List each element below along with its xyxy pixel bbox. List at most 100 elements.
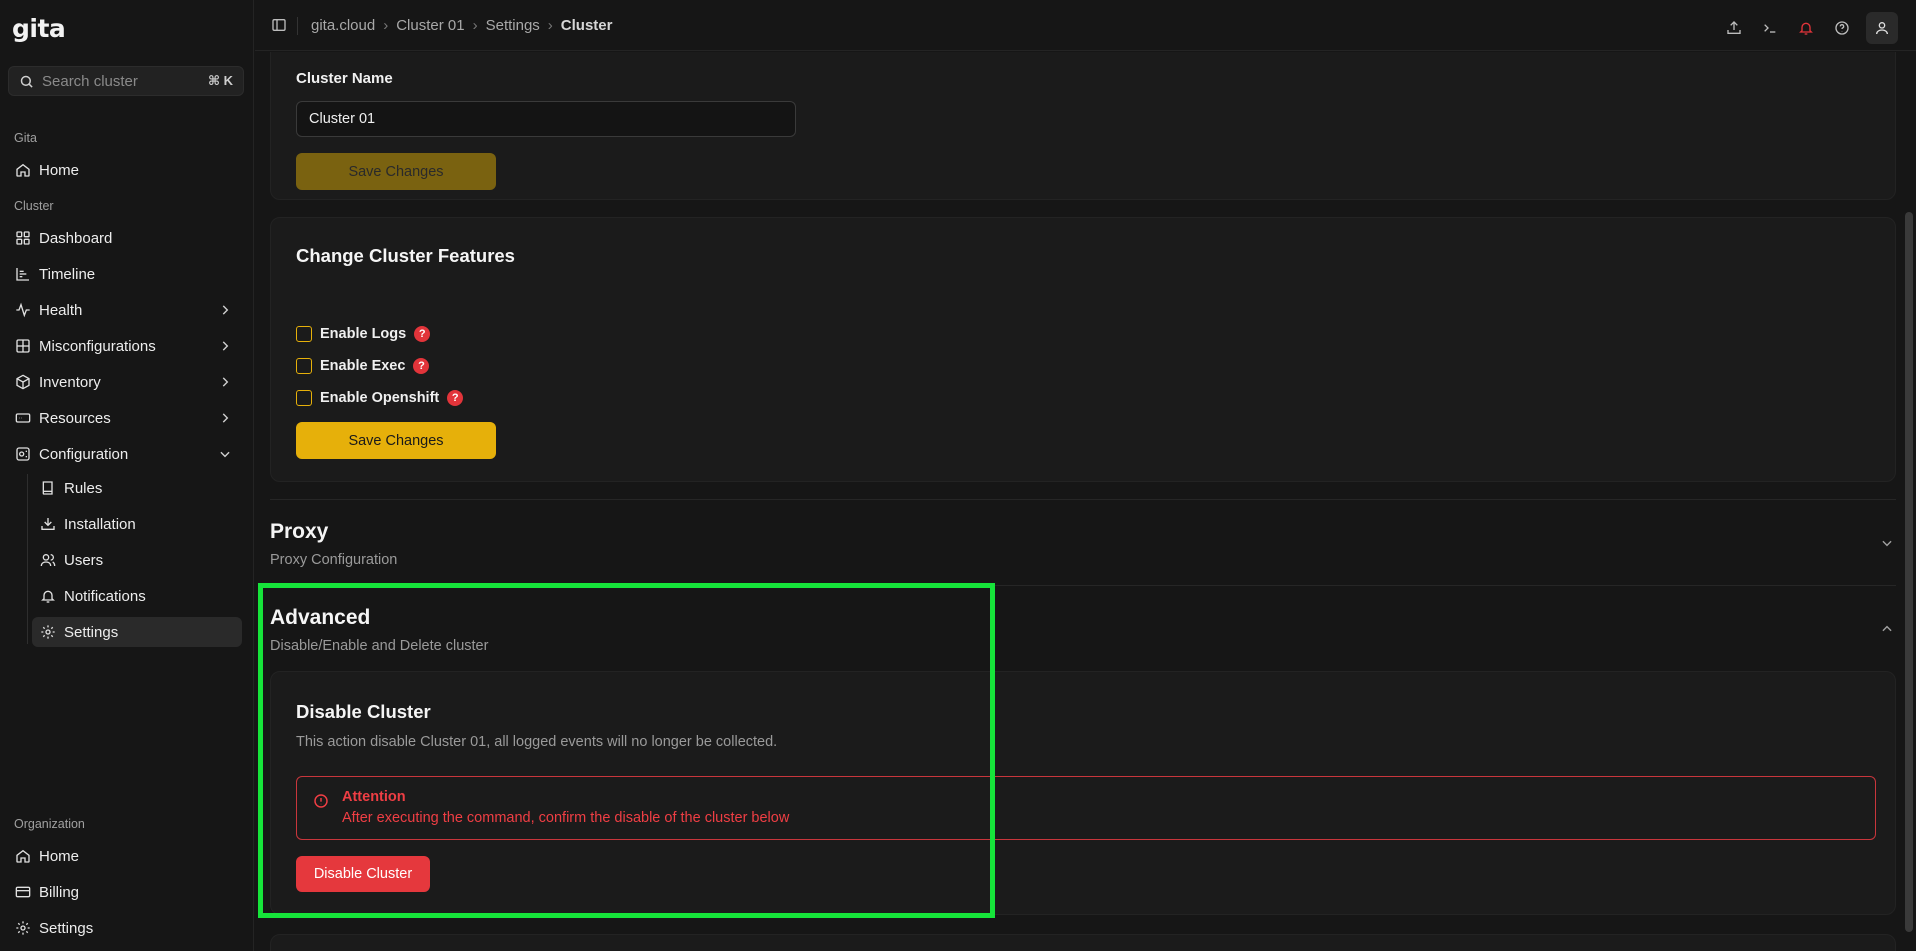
- sidebar-item-label: Home: [39, 161, 80, 179]
- app-logo[interactable]: gita: [12, 14, 66, 43]
- feature-label: Enable Openshift: [320, 390, 440, 406]
- inventory-icon: [15, 374, 31, 390]
- sidebar-item-users[interactable]: Users: [32, 545, 242, 575]
- disable-cluster-card: Disable Cluster This action disable Clus…: [270, 671, 1896, 915]
- proxy-title: Proxy: [270, 520, 329, 543]
- sidebar-item-label: Timeline: [39, 265, 96, 283]
- alert-circle-icon: [314, 794, 328, 808]
- sidebar-item-notifications[interactable]: Notifications: [32, 581, 242, 611]
- attention-alert: Attention After executing the command, c…: [296, 776, 1876, 840]
- search-shortcut: ⌘ K: [207, 73, 233, 88]
- topbar-actions: [1722, 12, 1898, 44]
- help-icon[interactable]: [1830, 14, 1854, 42]
- sidebar-item-label: Configuration: [39, 445, 129, 463]
- chevron-down-icon: [220, 451, 230, 458]
- help-icon[interactable]: ?: [413, 358, 430, 374]
- resources-icon: [15, 410, 31, 426]
- feature-row-logs: Enable Logs ?: [296, 326, 431, 342]
- sidebar-item-misconfigurations[interactable]: Misconfigurations: [8, 331, 244, 361]
- book-icon: [40, 480, 56, 496]
- main-content: Cluster Name Cluster 01 Save Changes Cha…: [255, 52, 1916, 951]
- sidebar-item-org-home[interactable]: Home: [8, 841, 244, 871]
- dashboard-icon: [15, 230, 31, 246]
- home-icon: [15, 848, 31, 864]
- breadcrumb-item[interactable]: gita.cloud: [311, 17, 375, 34]
- upload-icon[interactable]: [1722, 14, 1746, 42]
- bell-icon: [40, 588, 56, 604]
- sidebar-item-label: Resources: [39, 409, 111, 427]
- sidebar-item-dashboard[interactable]: Dashboard: [8, 223, 244, 253]
- sidebar-item-health[interactable]: Health: [8, 295, 244, 325]
- alert-title: Attention: [342, 789, 406, 805]
- section-label-organization: Organization: [14, 817, 85, 831]
- chevron-right-icon: [222, 341, 229, 351]
- search-icon: [20, 75, 33, 88]
- disable-cluster-title: Disable Cluster: [296, 701, 431, 722]
- sidebar-item-billing[interactable]: Billing: [8, 877, 244, 907]
- delete-cluster-card: [270, 934, 1896, 951]
- terminal-icon[interactable]: [1758, 14, 1782, 42]
- home-icon: [15, 162, 31, 178]
- breadcrumb: gita.cloud › Cluster 01 › Settings › Clu…: [311, 17, 612, 34]
- sidebar-item-settings[interactable]: Settings: [32, 617, 242, 647]
- sidebar-item-label: Settings: [64, 623, 119, 641]
- sidebar-item-label: Misconfigurations: [39, 337, 156, 355]
- search-input[interactable]: Search cluster ⌘ K: [8, 66, 244, 96]
- feature-label: Enable Logs: [320, 326, 407, 342]
- breadcrumb-item[interactable]: Cluster 01: [396, 17, 464, 34]
- help-icon[interactable]: ?: [414, 326, 431, 342]
- advanced-accordion-header[interactable]: Advanced Disable/Enable and Delete clust…: [270, 586, 1896, 670]
- enable-logs-checkbox[interactable]: [296, 326, 312, 342]
- sidebar-item-label: Home: [39, 847, 80, 865]
- sidebar-item-timeline[interactable]: Timeline: [8, 259, 244, 289]
- sidebar-item-inventory[interactable]: Inventory: [8, 367, 244, 397]
- sidebar-item-home[interactable]: Home: [8, 155, 244, 185]
- breadcrumb-current: Cluster: [560, 17, 613, 34]
- enable-exec-checkbox[interactable]: [296, 358, 312, 374]
- proxy-accordion-header[interactable]: Proxy Proxy Configuration: [270, 500, 1896, 584]
- save-features-button[interactable]: Save Changes: [296, 422, 496, 459]
- user-avatar-button[interactable]: [1866, 12, 1898, 44]
- sidebar-item-label: Dashboard: [39, 229, 113, 247]
- breadcrumb-item[interactable]: Settings: [486, 17, 540, 34]
- search-placeholder: Search cluster: [42, 72, 138, 90]
- cluster-name-input[interactable]: Cluster 01: [296, 101, 796, 137]
- sidebar-item-label: Settings: [39, 919, 94, 937]
- sidebar-item-label: Billing: [39, 883, 80, 901]
- sidebar-item-label: Installation: [64, 515, 136, 533]
- health-icon: [15, 302, 31, 318]
- sidebar-item-installation[interactable]: Installation: [32, 509, 242, 539]
- save-cluster-name-button[interactable]: Save Changes: [296, 153, 496, 190]
- user-icon: [1876, 22, 1888, 35]
- scrollbar-thumb[interactable]: [1905, 212, 1913, 932]
- chevron-right-icon: [222, 377, 229, 387]
- sidebar-item-rules[interactable]: Rules: [32, 473, 242, 503]
- timeline-icon: [15, 266, 31, 282]
- notification-bell-icon[interactable]: [1794, 14, 1818, 42]
- topbar: gita.cloud › Cluster 01 › Settings › Clu…: [255, 0, 1916, 51]
- help-icon[interactable]: ?: [447, 390, 464, 406]
- configuration-icon: [15, 446, 31, 462]
- features-card-title: Change Cluster Features: [296, 245, 515, 266]
- sidebar-item-configuration[interactable]: Configuration: [8, 439, 244, 469]
- alert-text: After executing the command, confirm the…: [342, 810, 790, 826]
- scrollbar[interactable]: [1902, 52, 1916, 951]
- sidebar-item-resources[interactable]: Resources: [8, 403, 244, 433]
- users-icon: [40, 552, 56, 568]
- enable-openshift-checkbox[interactable]: [296, 390, 312, 406]
- advanced-title: Advanced: [270, 606, 371, 629]
- gear-icon: [15, 920, 31, 936]
- sidebar-item-label: Health: [39, 301, 83, 319]
- disable-cluster-description: This action disable Cluster 01, all logg…: [296, 734, 778, 750]
- feature-row-openshift: Enable Openshift ?: [296, 390, 464, 406]
- topbar-divider: [297, 17, 298, 35]
- sidebar-item-label: Inventory: [39, 373, 101, 391]
- disable-cluster-button[interactable]: Disable Cluster: [296, 856, 430, 892]
- chevron-right-icon: [222, 413, 229, 423]
- billing-icon: [15, 884, 31, 900]
- section-label-gita: Gita: [14, 131, 37, 145]
- sidebar-item-org-settings[interactable]: Settings: [8, 913, 244, 943]
- cluster-name-card: Cluster Name Cluster 01 Save Changes: [270, 52, 1896, 200]
- sidebar-toggle-icon[interactable]: [271, 17, 287, 36]
- advanced-subtitle: Disable/Enable and Delete cluster: [270, 638, 489, 654]
